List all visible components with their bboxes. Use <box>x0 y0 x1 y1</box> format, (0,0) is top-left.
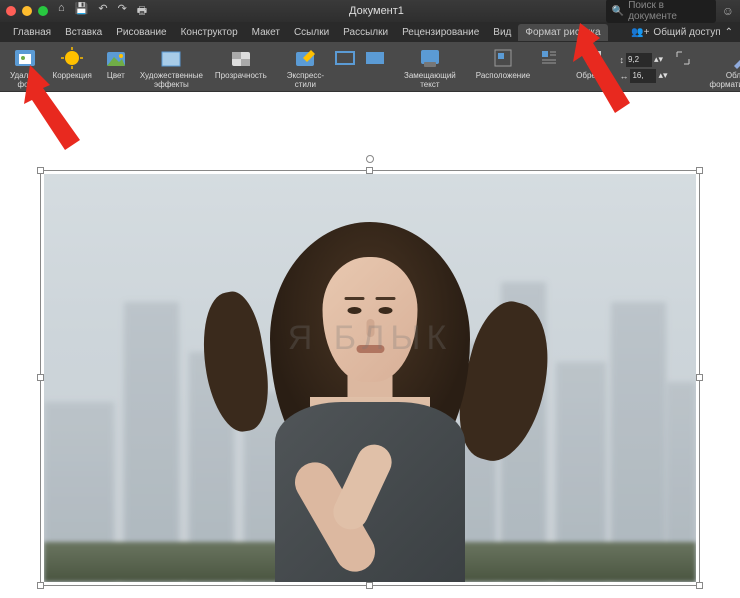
document-title: Документ1 <box>147 5 606 17</box>
watermark: Я БЛЫК <box>288 319 453 358</box>
remove-background-button[interactable]: Удалить фон <box>6 44 45 91</box>
wrap-text-button[interactable] <box>538 44 560 91</box>
quick-styles-button[interactable]: Экспресс-стили <box>283 44 328 91</box>
stepper-icon[interactable]: ▴▾ <box>658 70 667 81</box>
crop-button[interactable]: Обрезать <box>572 44 615 91</box>
width-icon: ↔ <box>619 71 628 81</box>
quick-styles-icon <box>293 46 317 70</box>
window-controls <box>6 6 48 16</box>
picture-border-icon <box>333 46 357 70</box>
color-label: Цвет <box>107 72 125 81</box>
resize-handle-e[interactable] <box>696 374 703 381</box>
format-pane-label: Область форматирования <box>710 72 740 90</box>
transparency-label: Прозрачность <box>215 72 267 81</box>
resize-handle-n[interactable] <box>366 167 373 174</box>
wrap-text-icon <box>537 46 561 70</box>
document-canvas[interactable]: Я БЛЫК <box>0 92 740 598</box>
transparency-icon <box>229 46 253 70</box>
format-pane-button[interactable]: Область форматирования <box>706 44 740 91</box>
alt-text-icon <box>418 46 442 70</box>
color-icon <box>104 46 128 70</box>
format-pane-icon <box>730 46 740 70</box>
transparency-button[interactable]: Прозрачность <box>211 44 271 91</box>
print-icon[interactable]: 🖶 <box>137 2 147 21</box>
image-selection[interactable]: Я БЛЫК <box>40 170 700 586</box>
quick-styles-label: Экспресс-стили <box>287 72 324 90</box>
artistic-effects-icon <box>159 46 183 70</box>
resize-handle-s[interactable] <box>366 582 373 589</box>
undo-icon[interactable]: ↶ <box>98 2 107 21</box>
share-label: Общий доступ <box>653 27 720 38</box>
rotation-handle[interactable] <box>366 155 374 163</box>
save-icon[interactable]: 💾 <box>75 2 89 21</box>
ribbon-tabs: Главная Вставка Рисование Конструктор Ма… <box>0 22 740 42</box>
position-icon <box>491 46 515 70</box>
tab-mailings[interactable]: Рассылки <box>336 24 395 41</box>
resize-handle-w[interactable] <box>37 374 44 381</box>
picture-effects-icon <box>363 46 387 70</box>
corrections-label: Коррекция <box>53 72 92 81</box>
close-icon[interactable] <box>6 6 16 16</box>
titlebar: ⌂ 💾 ↶ ↷ 🖶 Документ1 🔍 Поиск в документе … <box>0 0 740 22</box>
search-placeholder: Поиск в документе <box>628 0 710 22</box>
tab-layout[interactable]: Макет <box>245 24 287 41</box>
search-icon: 🔍 <box>612 6 624 17</box>
stepper-icon[interactable]: ▴▾ <box>654 54 663 65</box>
tab-design[interactable]: Конструктор <box>174 24 245 41</box>
remove-background-icon <box>13 46 37 70</box>
tab-draw[interactable]: Рисование <box>109 24 173 41</box>
resize-handle-ne[interactable] <box>696 167 703 174</box>
crop-label: Обрезать <box>576 72 611 81</box>
share-icon: 👥+ <box>631 27 649 38</box>
tab-review[interactable]: Рецензирование <box>395 24 486 41</box>
search-input[interactable]: 🔍 Поиск в документе <box>606 0 716 23</box>
chevron-up-icon: ⌃ <box>725 27 733 38</box>
picture-border-button[interactable] <box>332 44 358 91</box>
ribbon-toolbar: Удалить фон Коррекция Цвет Художественны… <box>0 42 740 92</box>
position-button[interactable]: Расположение <box>472 44 534 91</box>
corrections-icon <box>60 46 84 70</box>
artistic-effects-button[interactable]: Художественные эффекты <box>136 44 207 91</box>
alt-text-label: Замещающий текст <box>404 72 456 90</box>
maximize-icon[interactable] <box>38 6 48 16</box>
tab-picture-format[interactable]: Формат рисунка <box>518 24 607 41</box>
tab-insert[interactable]: Вставка <box>58 24 109 41</box>
quick-access-toolbar: ⌂ 💾 ↶ ↷ 🖶 <box>58 2 147 21</box>
color-button[interactable]: Цвет <box>100 44 132 91</box>
share-button[interactable]: 👥+ Общий доступ ⌃ <box>624 24 740 41</box>
tab-home[interactable]: Главная <box>6 24 58 41</box>
artistic-effects-label: Художественные эффекты <box>140 72 203 90</box>
height-icon: ↕ <box>619 55 624 65</box>
inserted-image[interactable]: Я БЛЫК <box>44 174 696 582</box>
redo-icon[interactable]: ↷ <box>118 2 127 21</box>
home-icon[interactable]: ⌂ <box>58 2 65 21</box>
tab-references[interactable]: Ссылки <box>287 24 336 41</box>
picture-effects-button[interactable] <box>362 44 388 91</box>
corrections-button[interactable]: Коррекция <box>49 44 96 91</box>
position-label: Расположение <box>476 72 530 81</box>
resize-handle-sw[interactable] <box>37 582 44 589</box>
width-input[interactable] <box>630 69 656 83</box>
remove-background-label: Удалить фон <box>10 72 41 90</box>
expand-icon <box>671 46 695 70</box>
resize-handle-se[interactable] <box>696 582 703 589</box>
height-input[interactable] <box>626 53 652 67</box>
feedback-icon[interactable]: ☺ <box>722 4 734 18</box>
alt-text-button[interactable]: Замещающий текст <box>400 44 460 91</box>
minimize-icon[interactable] <box>22 6 32 16</box>
size-dialog-button[interactable] <box>672 44 694 91</box>
crop-icon <box>582 46 606 70</box>
size-group: ↕ ▴▾ ↔ ▴▾ <box>619 44 667 91</box>
resize-handle-nw[interactable] <box>37 167 44 174</box>
tab-view[interactable]: Вид <box>486 24 518 41</box>
